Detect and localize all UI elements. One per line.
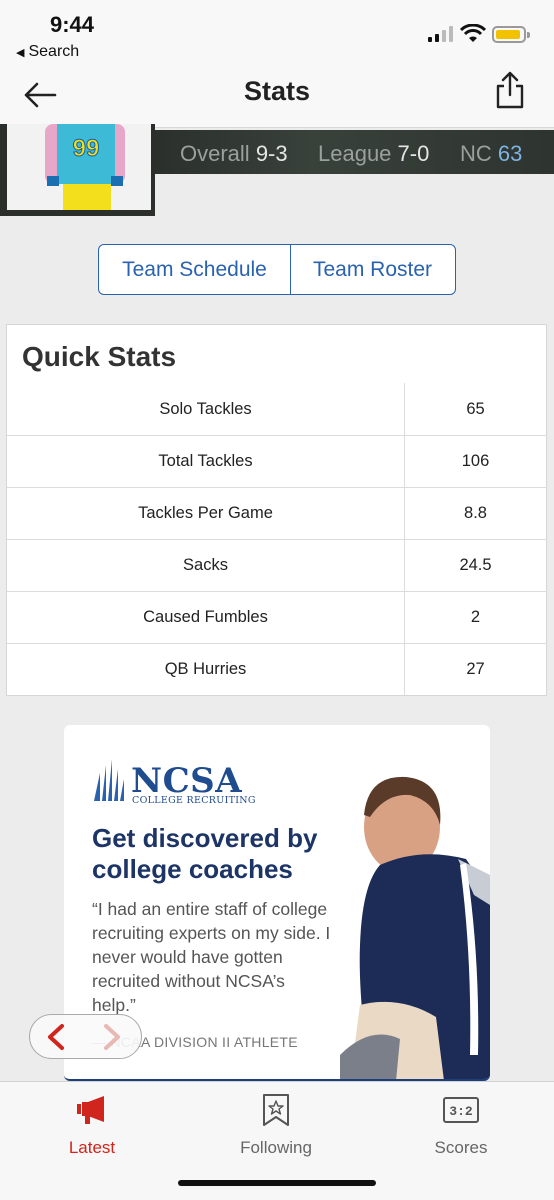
- record-nc-value: 63: [497, 141, 523, 166]
- stat-label: QB Hurries: [7, 644, 405, 695]
- record-league-label: League: [318, 141, 392, 166]
- stat-value: 2: [470, 608, 481, 626]
- table-row: Total Tackles 106: [7, 435, 546, 487]
- stat-label: Sacks: [7, 540, 405, 591]
- record-overall: Overall 9-3: [180, 141, 288, 167]
- chevron-left-icon[interactable]: [44, 1023, 68, 1051]
- share-icon[interactable]: [494, 70, 526, 110]
- scoreboard-icon: 3:2: [443, 1097, 479, 1123]
- battery-icon: [492, 26, 530, 43]
- carousel-controls: [29, 1014, 142, 1059]
- team-schedule-button[interactable]: Team Schedule: [99, 245, 291, 294]
- stat-value: 27: [466, 660, 485, 678]
- svg-text:3:2: 3:2: [449, 1104, 473, 1119]
- quick-stats-heading: Quick Stats: [22, 341, 177, 372]
- stat-value: 8.8: [464, 504, 487, 522]
- team-roster-button[interactable]: Team Roster: [291, 245, 454, 294]
- tab-following-label: Following: [240, 1138, 312, 1157]
- record-league-value: 7-0: [397, 141, 430, 166]
- jersey-number: 99: [73, 135, 100, 162]
- tab-following[interactable]: Following: [216, 1092, 336, 1158]
- record-overall-label: Overall: [180, 141, 250, 166]
- bookmark-star-icon: [263, 1094, 289, 1126]
- chevron-right-icon[interactable]: [100, 1023, 124, 1051]
- ad-quote: “I had an entire staff of college recrui…: [92, 899, 331, 1015]
- stat-label: Solo Tackles: [7, 383, 405, 435]
- back-app-label: Search: [28, 43, 80, 60]
- ad-brand-sub: COLLEGE RECRUITING: [132, 795, 256, 806]
- record-nc-label: NC: [460, 141, 492, 166]
- player-photo: 99: [0, 124, 155, 216]
- stat-label: Tackles Per Game: [7, 488, 405, 539]
- back-triangle-icon: ◀: [16, 47, 25, 59]
- stat-value: 65: [466, 399, 485, 418]
- wifi-icon: [460, 24, 486, 42]
- record-overall-value: 9-3: [255, 141, 288, 166]
- stat-value: 24.5: [459, 556, 492, 574]
- stat-label: Total Tackles: [7, 436, 405, 487]
- status-time: 9:44: [50, 12, 95, 37]
- ncsa-logo-icon: [94, 759, 124, 801]
- table-row: Tackles Per Game 8.8: [7, 487, 546, 539]
- home-indicator: [178, 1180, 376, 1186]
- status-bar: 9:44 ◀ Search: [0, 0, 554, 66]
- cellular-signal-icon: [428, 26, 453, 42]
- player-photo-image: 99: [7, 124, 151, 210]
- team-nav-segmented-control: Team Schedule Team Roster: [98, 244, 456, 295]
- tab-latest-label: Latest: [68, 1138, 116, 1157]
- page-title: Stats: [243, 76, 311, 106]
- tab-latest[interactable]: Latest: [32, 1092, 152, 1158]
- table-row: Solo Tackles 65: [7, 383, 546, 435]
- stat-value: 106: [461, 452, 490, 470]
- record-league: League 7-0: [318, 141, 429, 167]
- coach-photo: [340, 776, 490, 1079]
- back-to-search-link[interactable]: ◀ Search: [16, 43, 79, 61]
- table-row: QB Hurries 27: [7, 643, 546, 695]
- table-row: Sacks 24.5: [7, 539, 546, 591]
- quick-stats-card: Quick Stats Solo Tackles 65 Total Tackle…: [6, 324, 547, 696]
- ad-headline: Get discovered by college coaches: [92, 823, 318, 884]
- tab-scores[interactable]: 3:2 Scores: [401, 1092, 521, 1158]
- table-row: Caused Fumbles 2: [7, 591, 546, 643]
- megaphone-icon: [77, 1096, 104, 1124]
- record-nc: NC 63: [460, 141, 522, 167]
- tab-scores-label: Scores: [434, 1138, 488, 1157]
- nav-bar: Stats: [0, 66, 554, 128]
- stat-label: Caused Fumbles: [7, 592, 405, 643]
- team-record-strip: Overall 9-3 League 7-0 NC 63: [150, 130, 554, 174]
- quick-stats-table: Solo Tackles 65 Total Tackles 106 Tackle…: [7, 383, 546, 695]
